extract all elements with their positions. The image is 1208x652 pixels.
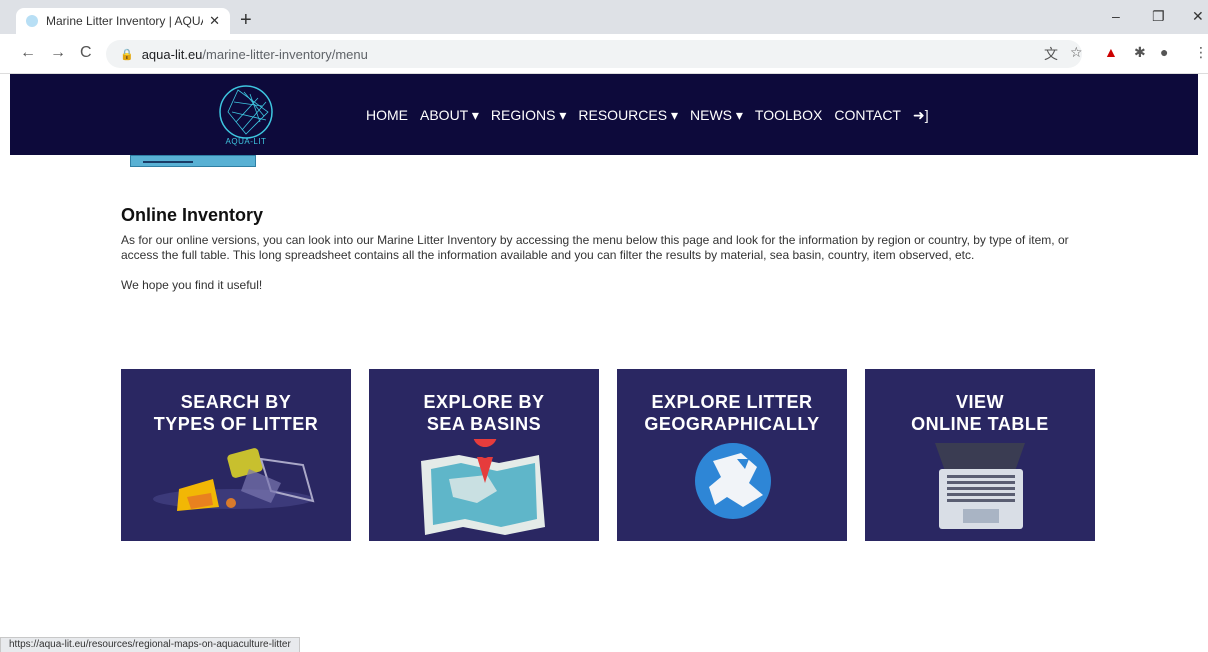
litter-items-icon	[153, 448, 315, 511]
page-title: Online Inventory	[121, 205, 264, 225]
card-title-line2: SEA BASINS	[426, 414, 542, 434]
banner-image-fragment	[130, 155, 256, 167]
translate-icon[interactable]: 文	[1044, 44, 1058, 64]
card-title-line1: VIEW	[955, 392, 1004, 412]
bookmark-star-icon[interactable]: ☆	[1070, 44, 1083, 61]
browser-tab-bar: Marine Litter Inventory | AQUA-LIT ✕ + –…	[0, 0, 1208, 34]
menu-toolbox[interactable]: TOOLBOX	[755, 107, 822, 124]
login-icon[interactable]: ➜]	[913, 107, 929, 124]
menu-resources[interactable]: RESOURCES ▾	[578, 107, 678, 124]
extensions-icon[interactable]: ✱	[1134, 44, 1146, 61]
new-tab-button[interactable]: +	[240, 10, 252, 30]
tab-title: Marine Litter Inventory | AQUA-LIT	[46, 14, 203, 28]
forward-button[interactable]: →	[50, 44, 66, 62]
card-view-online-table[interactable]: VIEW ONLINE TABLE	[865, 369, 1095, 541]
pdf-extension-icon[interactable]: ▲	[1104, 44, 1118, 60]
address-bar[interactable]: 🔒 aqua-lit.eu /marine-litter-inventory/m…	[106, 40, 1082, 68]
intro-paragraph: As for our online versions, you can look…	[121, 233, 1069, 262]
menu-news[interactable]: NEWS ▾	[690, 107, 743, 124]
main-menu: HOME ABOUT ▾ REGIONS ▾ RESOURCES ▾ NEWS …	[366, 107, 929, 124]
card-search-by-types[interactable]: SEARCH BY TYPES OF LITTER	[121, 369, 351, 541]
card-title-line1: EXPLORE LITTER	[651, 392, 813, 412]
url-path: /marine-litter-inventory/menu	[202, 46, 368, 62]
tab-close-icon[interactable]: ✕	[209, 13, 220, 29]
globe-icon	[695, 443, 771, 519]
card-title-line1: SEARCH BY	[180, 392, 292, 412]
back-button[interactable]: ←	[20, 44, 36, 62]
minimize-button[interactable]: –	[1112, 8, 1120, 24]
restore-button[interactable]: ❐	[1152, 8, 1165, 25]
menu-about[interactable]: ABOUT ▾	[420, 107, 479, 124]
status-url-tooltip: https://aqua-lit.eu/resources/regional-m…	[0, 637, 300, 652]
card-title-line1: EXPLORE BY	[423, 392, 545, 412]
map-pin-icon	[421, 439, 545, 535]
card-explore-sea-basins[interactable]: EXPLORE BY SEA BASINS	[369, 369, 599, 541]
site-header: AQUA-LIT HOME ABOUT ▾ REGIONS ▾ RESOURCE…	[10, 74, 1198, 155]
favicon-icon	[26, 15, 38, 27]
profile-icon[interactable]: ●	[1160, 44, 1168, 60]
closing-text: We hope you find it useful!	[121, 278, 263, 292]
lock-icon: 🔒	[120, 48, 134, 61]
logo-text: AQUA-LIT	[225, 137, 267, 146]
browser-toolbar: ← → C 🔒 aqua-lit.eu /marine-litter-inven…	[0, 34, 1208, 74]
main-content: Online Inventory As for our online versi…	[121, 205, 1081, 308]
close-window-button[interactable]: ✕	[1192, 8, 1204, 25]
inventory-menu-cards: SEARCH BY TYPES OF LITTER EXPLORE BY SEA…	[121, 369, 1095, 541]
card-explore-geographically[interactable]: EXPLORE LITTER GEOGRAPHICALLY	[617, 369, 847, 541]
browser-menu-icon[interactable]: ⋮	[1194, 44, 1208, 61]
reload-button[interactable]: C	[80, 44, 92, 62]
card-title-line2: TYPES OF LITTER	[153, 414, 319, 434]
menu-contact[interactable]: CONTACT	[834, 107, 901, 124]
laptop-icon	[935, 443, 1025, 529]
card-title-line2: GEOGRAPHICALLY	[644, 414, 820, 434]
menu-regions[interactable]: REGIONS ▾	[491, 107, 566, 124]
url-domain: aqua-lit.eu	[141, 46, 203, 62]
menu-home[interactable]: HOME	[366, 107, 408, 124]
card-title-line2: ONLINE TABLE	[911, 414, 1049, 434]
browser-tab[interactable]: Marine Litter Inventory | AQUA-LIT ✕	[16, 8, 230, 34]
